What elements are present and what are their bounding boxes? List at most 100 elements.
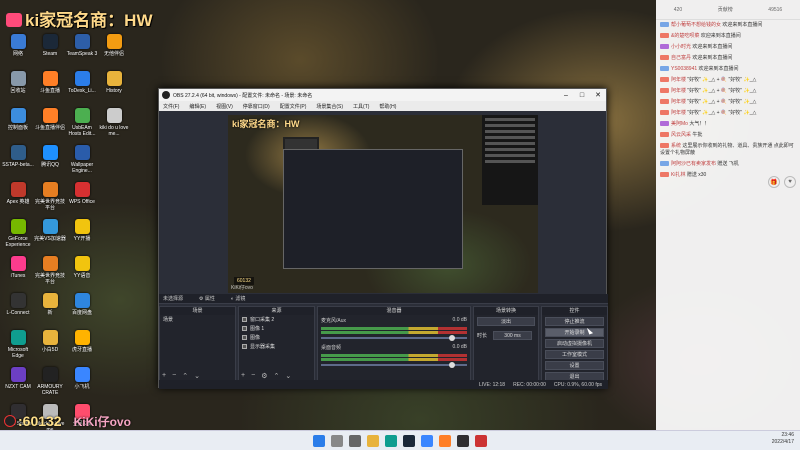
menu-item[interactable]: 编辑(E) — [189, 103, 206, 110]
desktop-icon[interactable]: iTunes — [2, 256, 34, 293]
desktop-icon[interactable]: 完美VS加速器 — [34, 219, 66, 256]
chat-username[interactable]: Ki扎林 — [671, 172, 685, 178]
menu-item[interactable]: 视图(V) — [216, 103, 233, 110]
chat-username[interactable]: 阿年楼 — [671, 110, 686, 116]
chat-username[interactable]: &的楚吃呗菜 — [671, 33, 699, 39]
desktop-icon[interactable]: 控制面板 — [2, 108, 34, 145]
desktop-icon[interactable]: YY语音 — [66, 256, 98, 293]
chat-username[interactable]: 阿年楼 — [671, 99, 686, 105]
settings-button[interactable]: 设置 — [545, 361, 604, 370]
desktop-icon[interactable]: 网络 — [2, 34, 34, 71]
add-icon[interactable]: + — [162, 372, 166, 380]
chat-username[interactable]: 阿年楼 — [671, 88, 686, 94]
chat-username[interactable]: 自己富丹 — [671, 55, 691, 61]
task-view-icon[interactable] — [349, 434, 361, 447]
desktop-icon[interactable]: GeForce Experience — [2, 219, 34, 256]
up-icon[interactable]: ⌃ — [182, 372, 188, 380]
remove-icon[interactable]: − — [251, 372, 255, 380]
source-item[interactable]: 图像 — [239, 333, 314, 342]
app-icon[interactable] — [421, 434, 433, 447]
douyu-icon[interactable] — [439, 434, 451, 447]
scene-item[interactable]: 场景 — [160, 315, 235, 324]
desktop-icon[interactable]: Steam — [34, 34, 66, 71]
desktop-icon[interactable]: ToDesk_Li... — [66, 71, 98, 108]
source-item[interactable]: 窗口采集 2 — [239, 315, 314, 324]
desktop-icon[interactable]: History — [98, 71, 130, 108]
chat-username[interactable]: YS0038941 — [671, 66, 697, 72]
gift-icon[interactable]: 🎁 — [768, 176, 780, 188]
folder-icon[interactable] — [367, 434, 379, 447]
desktop-icon[interactable]: 斗鱼直播 — [34, 71, 66, 108]
desktop-icon[interactable]: NZXT CAM — [2, 367, 34, 404]
source-item[interactable]: 显示器采集 — [239, 342, 314, 351]
obs-preview[interactable]: ki家冠名商：HW 60132 KiKi仔ovo — [228, 115, 538, 293]
down-icon[interactable]: ⌄ — [194, 372, 200, 380]
obs-icon[interactable] — [457, 434, 469, 447]
chat-username[interactable]: 阿年楼 — [671, 77, 686, 83]
up-icon[interactable]: ⌃ — [273, 372, 279, 380]
desktop-icon[interactable]: 无他伴侣 — [98, 34, 130, 71]
obs-titlebar[interactable]: OBS 27.2.4 (64 bit, windows) - 配置文件: 未命名… — [159, 89, 606, 101]
desktop-icon[interactable]: 百度网盘 — [66, 293, 98, 330]
chat-username[interactable]: 阿阿沙已有卖家发布 — [671, 161, 716, 167]
close-icon[interactable]: ✕ — [590, 89, 606, 101]
menu-item[interactable]: 配置文件(P) — [280, 103, 307, 110]
desktop-icon[interactable]: 小飞机 — [66, 367, 98, 404]
desktop-icon[interactable]: Wallpaper Engine... — [66, 145, 98, 182]
menu-item[interactable]: 场景集合(S) — [316, 103, 343, 110]
add-icon[interactable]: + — [241, 372, 245, 380]
desktop-icon[interactable]: 斗鱼直播伴侣 — [34, 108, 66, 145]
desktop-icon[interactable]: ARMOURY CRATE — [34, 367, 66, 404]
studio-mode-button[interactable]: 工作室模式 — [545, 350, 604, 359]
source-item[interactable]: 图像 1 — [239, 324, 314, 333]
obs-window[interactable]: OBS 27.2.4 (64 bit, windows) - 配置文件: 未命名… — [158, 88, 608, 389]
menu-item[interactable]: 停靠窗口(D) — [243, 103, 270, 110]
desktop-icon[interactable]: Microsoft Edge — [2, 330, 34, 367]
desktop-icon[interactable]: 虎牙直播 — [66, 330, 98, 367]
contribution-tab[interactable]: 贡献榜 — [718, 6, 733, 13]
properties-button[interactable]: ⚙ 属性 — [199, 295, 215, 302]
edge-icon[interactable] — [385, 434, 397, 447]
app-icon — [42, 293, 58, 308]
transition-select[interactable]: 淡出 — [477, 317, 535, 326]
desktop-icon[interactable]: YY开播 — [66, 219, 98, 256]
volume-slider[interactable] — [321, 362, 467, 368]
virtual-camera-button[interactable]: 启动虚拟摄像机 — [545, 339, 604, 348]
desktop-icon[interactable]: WPS Office — [66, 182, 98, 219]
desktop-icon[interactable]: 完美世界竞技平台 — [34, 256, 66, 293]
app-icon[interactable] — [475, 434, 487, 447]
menu-item[interactable]: 文件(F) — [163, 103, 179, 110]
duration-input[interactable]: 300 ms — [493, 331, 532, 340]
volume-slider[interactable] — [321, 335, 467, 341]
desktop-icon[interactable]: 腾讯QQ — [34, 145, 66, 182]
search-icon[interactable] — [331, 434, 343, 447]
steam-icon[interactable] — [403, 434, 415, 447]
chat-username[interactable]: 风云风采 — [671, 132, 691, 138]
filters-button[interactable]: ◐ 滤镜 — [231, 295, 245, 302]
desktop-icon[interactable]: L-Connect — [2, 293, 34, 330]
chat-username[interactable]: 小小时光 — [671, 44, 691, 50]
desktop-icon[interactable]: SSTAP-beta... — [2, 145, 34, 182]
desktop-icon[interactable]: 回收站 — [2, 71, 34, 108]
desktop-icon[interactable]: TeamSpeak 3 — [66, 34, 98, 71]
chat-username[interactable]: 美阿Mo — [671, 121, 688, 127]
gear-icon[interactable]: ⚙ — [261, 372, 267, 380]
start-recording-button[interactable]: 开始录制 — [545, 328, 604, 337]
remove-icon[interactable]: − — [172, 372, 176, 380]
chat-username[interactable]: 系统 — [671, 143, 681, 149]
menu-item[interactable]: 帮助(H) — [379, 103, 396, 110]
like-icon[interactable]: ♥ — [784, 176, 796, 188]
desktop-icon[interactable]: kiki do u love me... — [98, 108, 130, 145]
desktop-icon[interactable]: Apex 英雄 — [2, 182, 34, 219]
desktop-icon[interactable]: 新 — [34, 293, 66, 330]
minimize-icon[interactable]: – — [558, 89, 574, 101]
stop-stream-button[interactable]: 停止推流 — [545, 317, 604, 326]
desktop-icon[interactable]: 完美世界竞技平台 — [34, 182, 66, 219]
start-icon[interactable] — [313, 434, 325, 447]
down-icon[interactable]: ⌄ — [285, 372, 291, 380]
maximize-icon[interactable]: □ — [574, 89, 590, 101]
desktop-icon[interactable]: 小白5D — [34, 330, 66, 367]
chat-username[interactable]: 帮小葡萄不想给钱的女 — [671, 22, 721, 28]
menu-item[interactable]: 工具(T) — [353, 103, 369, 110]
desktop-icon[interactable]: UsbEAm Hosts Edit... — [66, 108, 98, 145]
